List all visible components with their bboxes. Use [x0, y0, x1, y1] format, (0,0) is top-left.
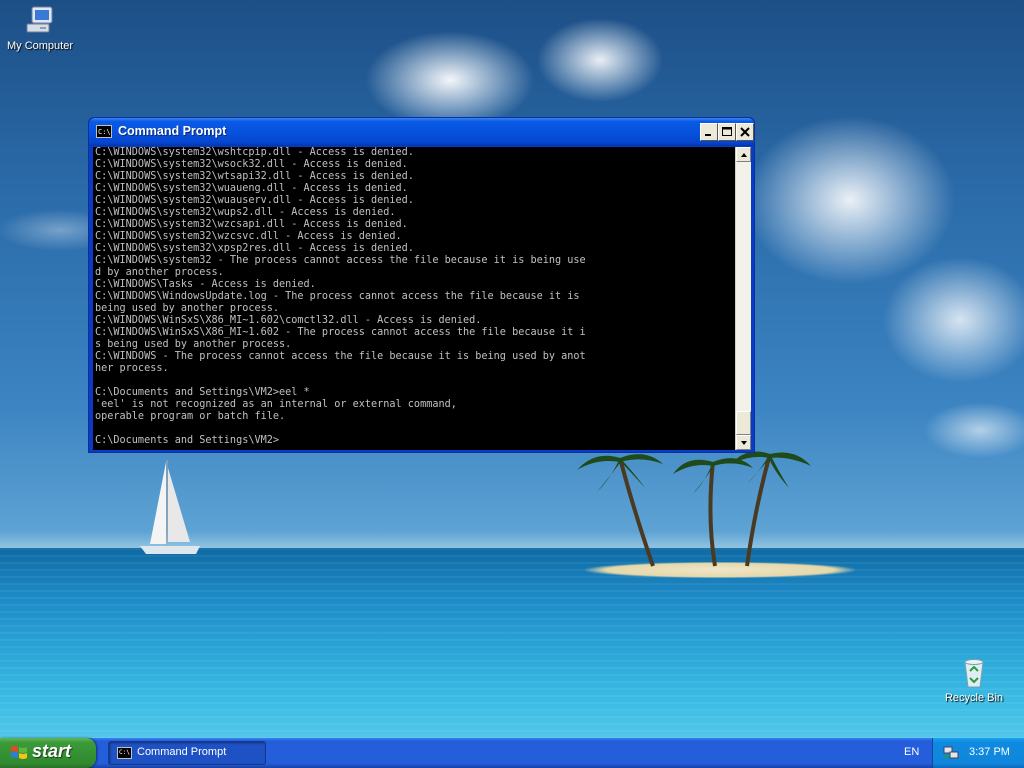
network-icon[interactable]	[943, 746, 959, 760]
maximize-button[interactable]	[718, 123, 736, 141]
cmd-icon[interactable]: C:\	[96, 125, 112, 138]
cmd-icon: C:\	[117, 747, 132, 759]
console-output[interactable]: C:\WINDOWS\system32\wshtcpip.dll - Acces…	[95, 147, 731, 450]
my-computer-desktop-icon[interactable]: My Computer	[0, 4, 80, 52]
recycle-bin-icon	[964, 659, 984, 688]
scroll-up-button[interactable]	[736, 147, 751, 162]
command-prompt-window[interactable]: C:\ Command Prompt C:\WINDOWS\system32\w…	[88, 117, 755, 453]
my-computer-icon	[26, 6, 53, 33]
maximize-icon	[722, 127, 732, 136]
start-button[interactable]: start	[0, 738, 96, 768]
scroll-down-button[interactable]	[736, 435, 751, 450]
scrollbar-thumb[interactable]	[736, 411, 751, 435]
close-button[interactable]	[736, 123, 754, 141]
system-tray: 3:37 PM	[932, 738, 1024, 768]
my-computer-label: My Computer	[6, 40, 74, 52]
windows-flag-icon	[11, 746, 27, 759]
clock[interactable]: 3:37 PM	[969, 746, 1010, 758]
start-label: start	[32, 741, 72, 761]
minimize-icon	[705, 134, 711, 136]
palm-trees-wallpaper	[577, 451, 811, 567]
taskbar-item-command-prompt[interactable]: C:\ Command Prompt	[108, 741, 266, 765]
arrow-down-icon	[741, 441, 747, 445]
arrow-up-icon	[741, 153, 747, 157]
taskbar: start C:\ Command Prompt EN 3:37 PM	[0, 738, 1024, 768]
recycle-bin-desktop-icon[interactable]: Recycle Bin	[934, 656, 1014, 704]
window-titlebar[interactable]: C:\ Command Prompt	[89, 118, 754, 146]
sailboat-wallpaper	[140, 460, 200, 554]
vertical-scrollbar[interactable]	[735, 147, 751, 450]
language-indicator[interactable]: EN	[904, 746, 919, 758]
taskbar-item-label: Command Prompt	[137, 746, 227, 758]
window-title: Command Prompt	[118, 124, 227, 138]
console-area[interactable]: C:\WINDOWS\system32\wshtcpip.dll - Acces…	[93, 147, 751, 450]
recycle-bin-label: Recycle Bin	[944, 692, 1004, 704]
sea-wallpaper	[0, 548, 1024, 738]
minimize-button[interactable]	[700, 123, 718, 141]
close-icon	[740, 127, 750, 137]
